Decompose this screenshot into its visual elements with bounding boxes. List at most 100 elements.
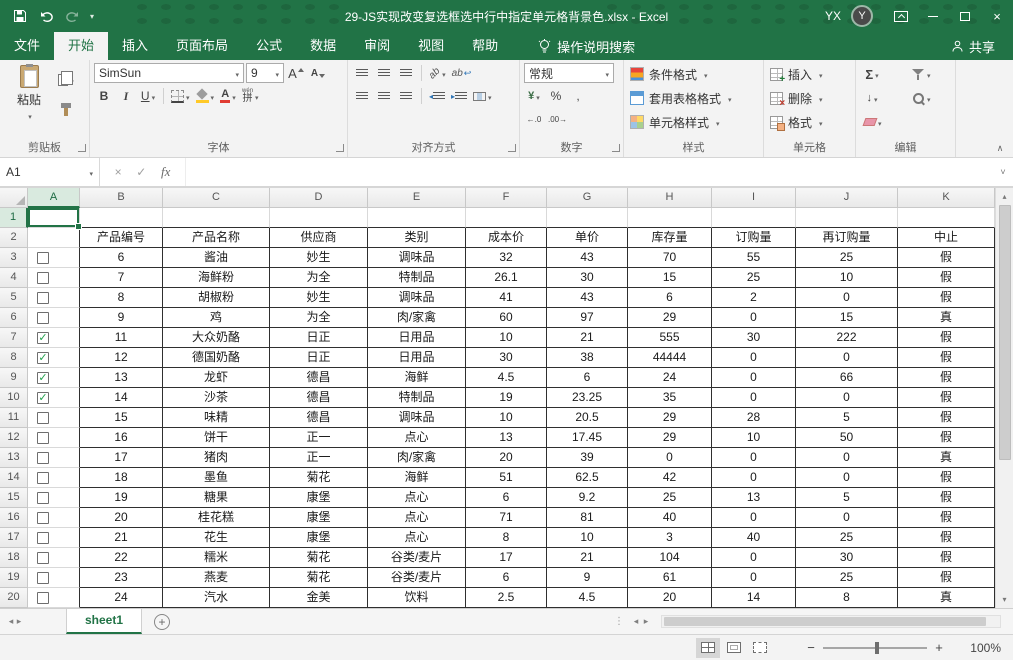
data-cell-H4[interactable]: 15 [628, 268, 712, 288]
font-size-select[interactable]: 9 [246, 63, 284, 83]
row-header-5[interactable]: 5 [0, 288, 28, 308]
data-cell-B17[interactable]: 21 [80, 528, 163, 548]
data-cell-I12[interactable]: 10 [712, 428, 796, 448]
header-cell-D2[interactable]: 供应商 [270, 228, 368, 248]
data-cell-F18[interactable]: 17 [466, 548, 547, 568]
data-cell-D12[interactable]: 正一 [270, 428, 368, 448]
data-cell-F19[interactable]: 6 [466, 568, 547, 588]
data-cell-J9[interactable]: 66 [796, 368, 898, 388]
data-cell-B16[interactable]: 20 [80, 508, 163, 528]
zoom-in-button[interactable]: + [929, 640, 949, 655]
formula-input[interactable] [186, 158, 993, 186]
row-checkbox-17[interactable] [37, 532, 49, 544]
data-cell-D3[interactable]: 妙生 [270, 248, 368, 268]
header-cell-E2[interactable]: 类别 [368, 228, 466, 248]
data-cell-B6[interactable]: 9 [80, 308, 163, 328]
data-cell-H13[interactable]: 0 [628, 448, 712, 468]
cell-A13[interactable] [28, 448, 80, 468]
row-checkbox-12[interactable] [37, 432, 49, 444]
data-cell-D9[interactable]: 德昌 [270, 368, 368, 388]
row-checkbox-16[interactable] [37, 512, 49, 524]
increase-indent-button[interactable]: ▸ [449, 86, 469, 106]
data-cell-I14[interactable]: 0 [712, 468, 796, 488]
cell-A3[interactable] [28, 248, 80, 268]
data-cell-E15[interactable]: 点心 [368, 488, 466, 508]
data-cell-G8[interactable]: 38 [547, 348, 628, 368]
column-header-D[interactable]: D [270, 188, 368, 208]
data-cell-I13[interactable]: 0 [712, 448, 796, 468]
row-header-11[interactable]: 11 [0, 408, 28, 428]
row-header-18[interactable]: 18 [0, 548, 28, 568]
sort-filter-button[interactable] [910, 64, 933, 84]
row-header-7[interactable]: 7 [0, 328, 28, 348]
data-cell-J8[interactable]: 0 [796, 348, 898, 368]
data-cell-F16[interactable]: 71 [466, 508, 547, 528]
ribbon-tab-帮助[interactable]: 帮助 [458, 32, 512, 60]
italic-button[interactable]: I [116, 86, 136, 106]
scroll-down-button[interactable]: ▾ [996, 591, 1013, 608]
data-cell-J14[interactable]: 0 [796, 468, 898, 488]
cell-K1[interactable] [898, 208, 995, 228]
data-cell-E16[interactable]: 点心 [368, 508, 466, 528]
data-cell-K19[interactable]: 假 [898, 568, 995, 588]
data-cell-C12[interactable]: 饼干 [163, 428, 270, 448]
cell-A8[interactable]: ✓ [28, 348, 80, 368]
data-cell-G17[interactable]: 10 [547, 528, 628, 548]
cell-A14[interactable] [28, 468, 80, 488]
data-cell-B12[interactable]: 16 [80, 428, 163, 448]
data-cell-G9[interactable]: 6 [547, 368, 628, 388]
data-cell-F9[interactable]: 4.5 [466, 368, 547, 388]
row-header-6[interactable]: 6 [0, 308, 28, 328]
cell-A4[interactable] [28, 268, 80, 288]
data-cell-C19[interactable]: 燕麦 [163, 568, 270, 588]
user-avatar[interactable]: Y [851, 5, 873, 27]
cell-A9[interactable]: ✓ [28, 368, 80, 388]
data-cell-K13[interactable]: 真 [898, 448, 995, 468]
data-cell-K18[interactable]: 假 [898, 548, 995, 568]
find-select-button[interactable] [910, 88, 933, 108]
data-cell-H6[interactable]: 29 [628, 308, 712, 328]
middle-align-button[interactable] [374, 63, 394, 83]
align-left-button[interactable] [352, 86, 372, 106]
data-cell-H9[interactable]: 24 [628, 368, 712, 388]
data-cell-I19[interactable]: 0 [712, 568, 796, 588]
data-cell-G3[interactable]: 43 [547, 248, 628, 268]
column-header-I[interactable]: I [712, 188, 796, 208]
grow-font-button[interactable]: A [286, 63, 306, 83]
comma-style-button[interactable]: , [568, 86, 588, 106]
ribbon-tab-页面布局[interactable]: 页面布局 [162, 32, 242, 60]
decrease-decimal-button[interactable]: .00→ [546, 109, 569, 129]
data-cell-B8[interactable]: 12 [80, 348, 163, 368]
data-cell-C7[interactable]: 大众奶酪 [163, 328, 270, 348]
copy-button[interactable] [56, 70, 76, 90]
data-cell-I6[interactable]: 0 [712, 308, 796, 328]
data-cell-F14[interactable]: 51 [466, 468, 547, 488]
scroll-up-button[interactable]: ▴ [996, 188, 1013, 205]
data-cell-F15[interactable]: 6 [466, 488, 547, 508]
data-cell-E10[interactable]: 特制品 [368, 388, 466, 408]
vertical-scrollbar[interactable]: ▴ ▾ [995, 188, 1013, 608]
customize-qat-button[interactable]: ▾ [86, 12, 98, 21]
data-cell-E5[interactable]: 调味品 [368, 288, 466, 308]
data-cell-I7[interactable]: 30 [712, 328, 796, 348]
data-cell-J13[interactable]: 0 [796, 448, 898, 468]
user-name[interactable]: YX [825, 9, 841, 23]
decrease-indent-button[interactable]: ◂ [427, 86, 447, 106]
font-name-select[interactable]: SimSun [94, 63, 244, 83]
column-header-J[interactable]: J [796, 188, 898, 208]
ribbon-tab-开始[interactable]: 开始 [54, 32, 108, 60]
shrink-font-button[interactable]: A [308, 63, 328, 83]
cancel-icon[interactable]: × [115, 165, 122, 179]
cell-A7[interactable]: ✓ [28, 328, 80, 348]
data-cell-J18[interactable]: 30 [796, 548, 898, 568]
data-cell-G14[interactable]: 62.5 [547, 468, 628, 488]
data-cell-G4[interactable]: 30 [547, 268, 628, 288]
cell-styles-button[interactable]: 单元格样式 [624, 110, 763, 134]
header-cell-K2[interactable]: 中止 [898, 228, 995, 248]
format-painter-button[interactable] [56, 100, 76, 120]
data-cell-E14[interactable]: 海鲜 [368, 468, 466, 488]
cell-J1[interactable] [796, 208, 898, 228]
conditional-formatting-button[interactable]: 条件格式 [624, 62, 763, 86]
row-checkbox-5[interactable] [37, 292, 49, 304]
data-cell-D6[interactable]: 为全 [270, 308, 368, 328]
